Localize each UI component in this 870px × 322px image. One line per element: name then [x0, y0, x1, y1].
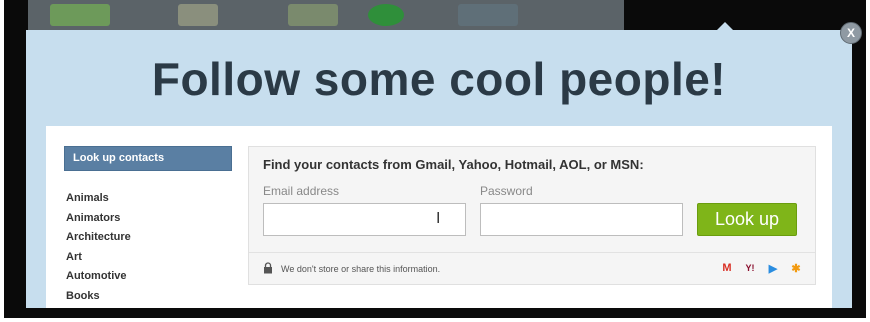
background-thumbnail: [50, 4, 110, 26]
email-label: Email address: [263, 184, 340, 198]
screen-frame: Follow some cool people! Look up contact…: [4, 0, 866, 318]
sidebar-item-books[interactable]: Books: [64, 287, 232, 307]
modal-content: Look up contacts Animals Animators Archi…: [46, 126, 832, 308]
sidebar-item-architecture[interactable]: Architecture: [64, 228, 232, 248]
gmail-icon[interactable]: M: [719, 260, 735, 276]
modal-headline: Follow some cool people!: [151, 53, 727, 105]
password-field[interactable]: [480, 203, 683, 236]
aol-icon[interactable]: ▶: [765, 260, 781, 276]
background-thumbnail: [288, 4, 338, 26]
lookup-title: Find your contacts from Gmail, Yahoo, Ho…: [263, 157, 644, 172]
password-label: Password: [480, 184, 533, 198]
sidebar-item-automotive[interactable]: Automotive: [64, 267, 232, 287]
text-cursor-icon: I: [436, 210, 441, 227]
email-field[interactable]: I: [263, 203, 466, 236]
sidebar-item-animators[interactable]: Animators: [64, 209, 232, 229]
background-thumbnail: [368, 4, 404, 26]
background-thumbnail: [178, 4, 218, 26]
provider-icons: M Y! ▶ ✱: [719, 260, 804, 276]
yahoo-icon[interactable]: Y!: [742, 260, 758, 276]
sidebar-item-animals[interactable]: Animals: [64, 189, 232, 209]
msn-icon[interactable]: ✱: [788, 260, 804, 276]
lock-icon: [264, 262, 272, 274]
close-button[interactable]: X: [840, 22, 862, 44]
sidebar-item-art[interactable]: Art: [64, 248, 232, 268]
look-up-button[interactable]: Look up: [697, 203, 797, 236]
panel-divider: [249, 252, 815, 253]
sidebar-item-look-up-contacts[interactable]: Look up contacts: [64, 146, 232, 171]
modal-pointer: [716, 22, 734, 31]
contact-lookup-panel: Find your contacts from Gmail, Yahoo, Ho…: [248, 146, 816, 285]
privacy-note: We don't store or share this information…: [281, 264, 441, 274]
background-page: [28, 0, 624, 30]
category-sidebar: Look up contacts Animals Animators Archi…: [64, 146, 232, 307]
follow-people-modal: Follow some cool people! Look up contact…: [26, 22, 852, 308]
background-thumbnail: [458, 4, 518, 26]
category-list: Animals Animators Architecture Art Autom…: [64, 189, 232, 307]
